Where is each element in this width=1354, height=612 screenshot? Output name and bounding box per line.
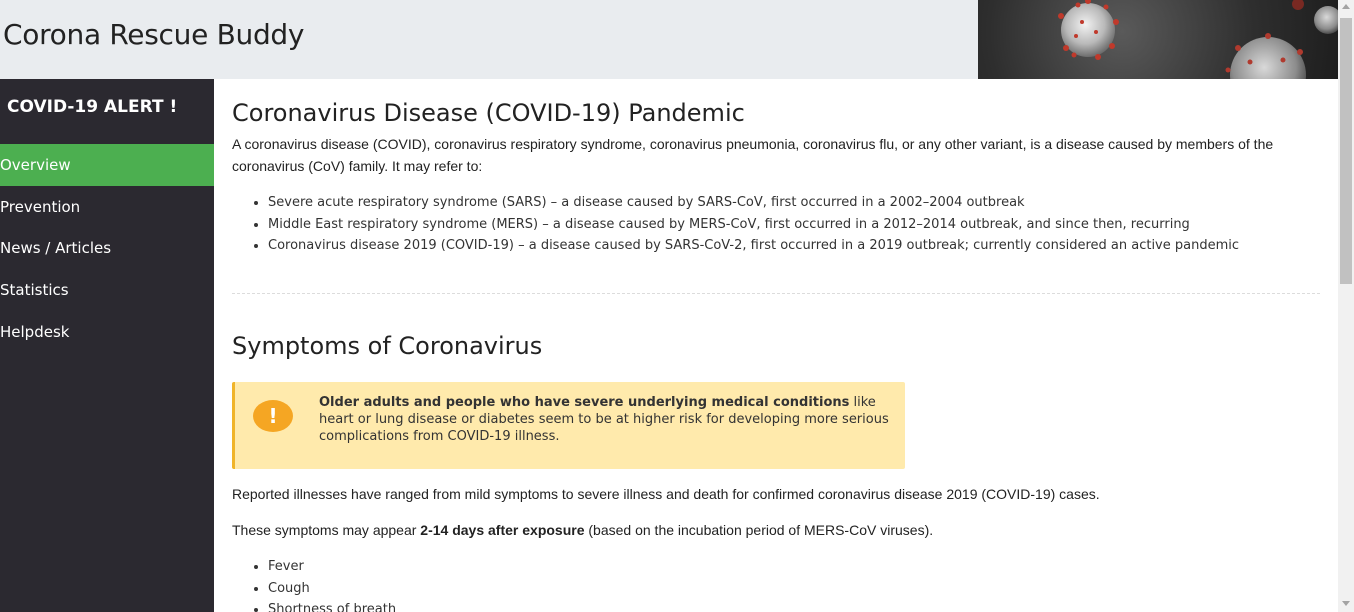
warning-text: Older adults and people who have severe …: [319, 394, 894, 445]
warning-icon: !: [253, 400, 293, 432]
scroll-down-arrow-icon[interactable]: [1342, 601, 1350, 606]
site-header: Corona Rescue Buddy: [0, 0, 1338, 79]
list-item: Middle East respiratory syndrome (MERS) …: [268, 214, 1239, 236]
list-item: Coronavirus disease 2019 (COVID-19) – a …: [268, 235, 1239, 257]
incubation-text-bold: 2-14 days after exposure: [420, 522, 585, 538]
coronavirus-banner-image: [978, 0, 1338, 79]
section-heading-symptoms: Symptoms of Coronavirus: [232, 332, 543, 360]
incubation-text-pre: These symptoms may appear: [232, 522, 421, 538]
disease-variant-list: Severe acute respiratory syndrome (SARS)…: [250, 192, 1239, 257]
vertical-scrollbar[interactable]: [1338, 0, 1354, 612]
sidebar-item-helpdesk[interactable]: Helpdesk: [0, 311, 214, 353]
section-divider: [232, 293, 1320, 294]
sidebar-alert-title: COVID-19 ALERT !: [7, 97, 178, 117]
sidebar-item-statistics[interactable]: Statistics: [0, 269, 214, 311]
sidebar: COVID-19 ALERT ! Overview Prevention New…: [0, 79, 214, 612]
warning-text-bold: Older adults and people who have severe …: [319, 395, 850, 410]
list-item: Shortness of breath: [268, 599, 396, 612]
sidebar-item-overview[interactable]: Overview: [0, 144, 214, 186]
list-item: Severe acute respiratory syndrome (SARS)…: [268, 192, 1239, 214]
sidebar-item-news-articles[interactable]: News / Articles: [0, 227, 214, 269]
section-heading-pandemic: Coronavirus Disease (COVID-19) Pandemic: [232, 99, 745, 127]
incubation-paragraph: These symptoms may appear 2-14 days afte…: [232, 519, 1322, 541]
warning-callout: ! Older adults and people who have sever…: [232, 382, 905, 469]
list-item: Fever: [268, 556, 396, 578]
main-content: Coronavirus Disease (COVID-19) Pandemic …: [214, 79, 1338, 612]
symptoms-list: Fever Cough Shortness of breath: [250, 556, 396, 612]
sidebar-item-prevention[interactable]: Prevention: [0, 186, 214, 228]
scrollbar-thumb[interactable]: [1340, 18, 1352, 284]
site-title[interactable]: Corona Rescue Buddy: [3, 18, 304, 51]
incubation-text-post: (based on the incubation period of MERS-…: [584, 522, 934, 538]
illness-range-paragraph: Reported illnesses have ranged from mild…: [232, 486, 1100, 502]
intro-paragraph: A coronavirus disease (COVID), coronavir…: [232, 136, 1274, 174]
virus-illustration-icon: [1058, 0, 1338, 79]
scroll-up-arrow-icon[interactable]: [1342, 4, 1350, 9]
list-item: Cough: [268, 578, 396, 600]
